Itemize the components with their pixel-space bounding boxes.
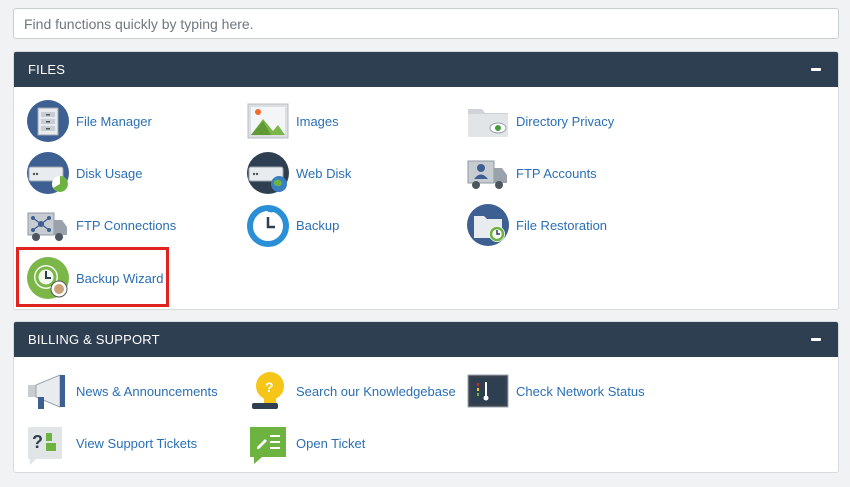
network-status-icon (467, 374, 509, 408)
directory-privacy-link[interactable]: Directory Privacy (466, 99, 614, 143)
billing-support-panel-title: BILLING & SUPPORT (28, 332, 160, 347)
backup-icon (247, 205, 289, 247)
files-panel: FILES File Manager Images Directory Priv… (13, 51, 839, 310)
backup-link[interactable]: Backup (246, 203, 339, 247)
backup-wizard-link[interactable]: Backup Wizard (26, 256, 163, 300)
backup-label: Backup (296, 217, 340, 233)
news-announcements-label: News & Announcements (76, 383, 218, 399)
file-manager-icon (27, 100, 69, 142)
images-label: Images (296, 113, 339, 129)
directory-privacy-icon (468, 109, 508, 137)
disk-usage-icon (27, 152, 69, 194)
file-manager-label: File Manager (76, 113, 152, 129)
ftp-connections-icon (27, 212, 67, 241)
web-disk-link[interactable]: Web Disk (246, 151, 351, 195)
search-input[interactable] (13, 8, 839, 39)
file-restoration-icon (467, 204, 509, 246)
ftp-accounts-label: FTP Accounts (516, 165, 597, 181)
file-restoration-label: File Restoration (516, 217, 608, 233)
svg-text:?: ? (32, 432, 43, 452)
disk-usage-link[interactable]: Disk Usage (26, 151, 142, 195)
backup-wizard-icon (27, 257, 69, 299)
images-link[interactable]: Images (246, 99, 339, 143)
web-disk-label: Web Disk (296, 165, 352, 181)
directory-privacy-label: Directory Privacy (516, 113, 615, 129)
question-tickets-icon: ? (28, 427, 62, 465)
lightbulb-icon: ? (252, 372, 284, 409)
ftp-connections-label: FTP Connections (76, 217, 177, 233)
ftp-accounts-icon (467, 160, 507, 189)
disk-usage-label: Disk Usage (76, 165, 143, 181)
view-support-tickets-link[interactable]: ? View Support Tickets (26, 421, 197, 465)
backup-wizard-label: Backup Wizard (76, 270, 164, 286)
collapse-icon[interactable] (808, 62, 824, 78)
web-disk-icon (247, 152, 289, 194)
news-announcements-link[interactable]: News & Announcements (26, 369, 218, 413)
files-panel-title: FILES (28, 62, 66, 77)
open-ticket-icon (250, 427, 286, 464)
svg-text:?: ? (265, 379, 274, 395)
check-network-status-link[interactable]: Check Network Status (466, 369, 645, 413)
open-ticket-link[interactable]: Open Ticket (246, 421, 365, 465)
billing-support-panel: BILLING & SUPPORT News & Announcements ?… (13, 321, 839, 473)
collapse-icon[interactable] (808, 332, 824, 348)
search-knowledgebase-label: Search our Knowledgebase (296, 383, 456, 399)
ftp-accounts-link[interactable]: FTP Accounts (466, 151, 597, 195)
ftp-connections-link[interactable]: FTP Connections (26, 203, 176, 247)
view-support-tickets-label: View Support Tickets (76, 435, 198, 451)
check-network-status-label: Check Network Status (516, 383, 645, 399)
files-panel-header[interactable]: FILES (14, 52, 838, 87)
file-restoration-link[interactable]: File Restoration (466, 203, 607, 247)
megaphone-icon (28, 374, 65, 409)
billing-support-panel-header[interactable]: BILLING & SUPPORT (14, 322, 838, 357)
open-ticket-label: Open Ticket (296, 435, 366, 451)
file-manager-link[interactable]: File Manager (26, 99, 152, 143)
images-icon (247, 103, 289, 139)
search-knowledgebase-link[interactable]: ? Search our Knowledgebase (246, 369, 456, 413)
